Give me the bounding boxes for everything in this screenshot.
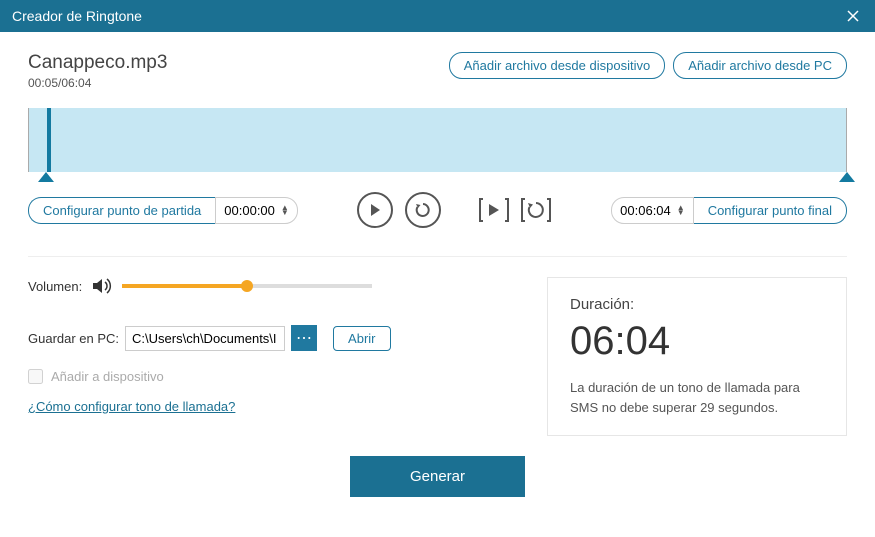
file-name: Canappeco.mp3: [28, 52, 449, 74]
loop-segment-button[interactable]: [521, 196, 551, 224]
end-time-value: 00:06:04: [620, 203, 671, 218]
volume-label: Volumen:: [28, 279, 82, 294]
start-marker[interactable]: [47, 108, 51, 172]
close-icon[interactable]: [843, 6, 863, 26]
add-from-device-button[interactable]: Añadir archivo desde dispositivo: [449, 52, 665, 79]
duration-note: La duración de un tono de llamada para S…: [570, 378, 824, 417]
add-to-device-label: Añadir a dispositivo: [51, 369, 164, 384]
volume-slider[interactable]: [122, 284, 372, 288]
set-end-button[interactable]: Configurar punto final: [694, 197, 847, 224]
add-to-device-checkbox[interactable]: [28, 369, 43, 384]
window-title: Creador de Ringtone: [12, 8, 843, 24]
play-button[interactable]: [357, 192, 393, 228]
set-start-button[interactable]: Configurar punto de partida: [28, 197, 215, 224]
volume-icon[interactable]: [92, 277, 112, 295]
save-path-input[interactable]: [125, 326, 285, 351]
start-time-spinner-icon[interactable]: ▲▼: [281, 205, 289, 215]
replay-button[interactable]: [405, 192, 441, 228]
save-label: Guardar en PC:: [28, 331, 119, 346]
duration-label: Duración:: [570, 296, 824, 313]
file-time: 00:05/06:04: [28, 76, 449, 90]
end-handle-icon[interactable]: [839, 172, 855, 182]
window-titlebar: Creador de Ringtone: [0, 0, 875, 32]
duration-panel: Duración: 06:04 La duración de un tono d…: [547, 277, 847, 436]
end-time-spinner-icon[interactable]: ▲▼: [677, 205, 685, 215]
volume-slider-thumb[interactable]: [241, 280, 253, 292]
howto-link[interactable]: ¿Cómo configurar tono de llamada?: [28, 399, 235, 414]
generate-button[interactable]: Generar: [350, 456, 525, 497]
waveform-area[interactable]: [28, 108, 847, 172]
start-time-input[interactable]: 00:00:00 ▲▼: [215, 197, 298, 224]
file-info: Canappeco.mp3 00:05/06:04: [28, 52, 449, 90]
open-button[interactable]: Abrir: [333, 326, 390, 351]
divider: [28, 256, 847, 257]
start-handle-icon[interactable]: [38, 172, 54, 182]
start-time-value: 00:00:00: [224, 203, 275, 218]
browse-button[interactable]: ⋯: [291, 325, 317, 351]
end-time-input[interactable]: 00:06:04 ▲▼: [611, 197, 694, 224]
duration-value: 06:04: [570, 319, 824, 364]
play-segment-button[interactable]: [479, 196, 509, 224]
add-from-pc-button[interactable]: Añadir archivo desde PC: [673, 52, 847, 79]
